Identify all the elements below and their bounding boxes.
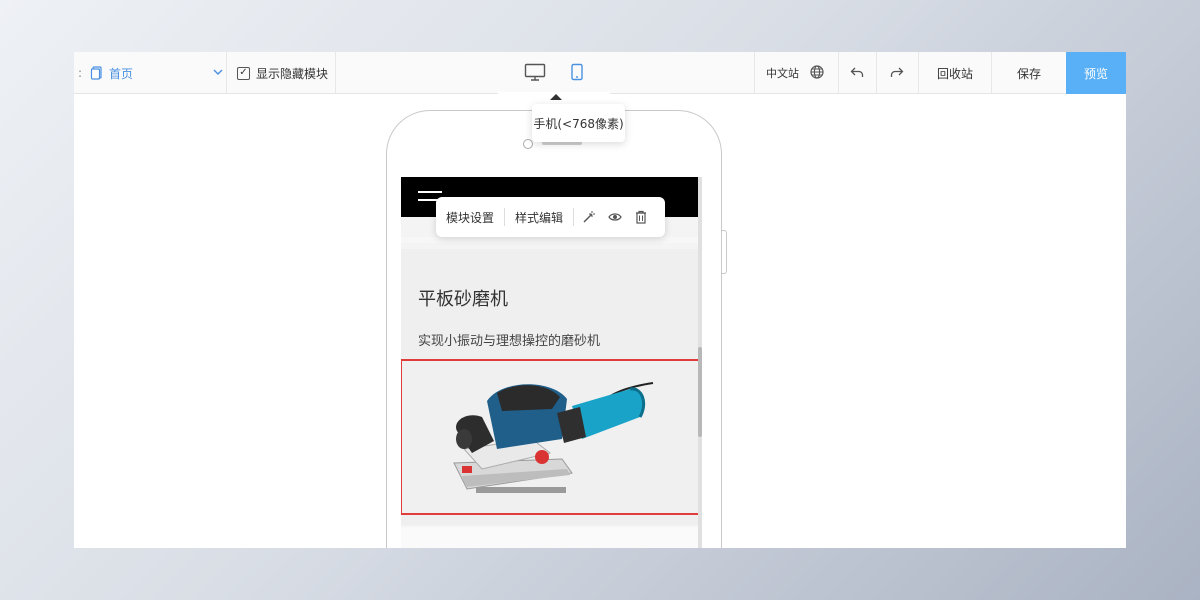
module-toolbar: 模块设置 样式编辑 bbox=[436, 197, 665, 237]
phone-camera bbox=[523, 139, 533, 149]
product-subtitle: 实现小振动与理想操控的磨砂机 bbox=[418, 334, 601, 349]
desktop-icon bbox=[524, 63, 546, 84]
style-edit-label: 样式编辑 bbox=[515, 210, 564, 225]
page-select-label: 首页 bbox=[109, 66, 134, 81]
language-button[interactable]: 中文站 bbox=[766, 52, 799, 94]
magic-wand-icon[interactable] bbox=[582, 210, 596, 224]
preview-label: 预览 bbox=[1083, 66, 1108, 81]
trash-icon[interactable] bbox=[634, 210, 648, 224]
toolbar-divider bbox=[226, 52, 227, 94]
save-label: 保存 bbox=[1016, 66, 1041, 81]
editor-toolbar: : 首页 ✓ 显示隐藏模块 中文站 回收站 保存 预览 bbox=[74, 52, 1126, 94]
phone-scrollbar[interactable] bbox=[698, 177, 702, 548]
phone-side-button bbox=[722, 230, 727, 274]
toolbar-divider bbox=[838, 52, 839, 94]
chevron-down-icon[interactable] bbox=[212, 66, 224, 81]
save-button[interactable]: 保存 bbox=[992, 52, 1066, 94]
undo-button[interactable] bbox=[850, 52, 864, 94]
module-settings-label: 模块设置 bbox=[446, 210, 495, 225]
show-hidden-toggle[interactable]: ✓ 显示隐藏模块 bbox=[237, 52, 328, 94]
page-icon bbox=[90, 66, 104, 80]
drag-handle-icon[interactable]: : bbox=[78, 66, 82, 80]
device-mobile-button[interactable] bbox=[570, 52, 584, 94]
content-divider bbox=[401, 237, 702, 243]
toolbar-divider bbox=[335, 52, 336, 94]
editor-window: : 首页 ✓ 显示隐藏模块 中文站 回收站 保存 预览 手机(<768像素) 平… bbox=[74, 52, 1126, 548]
sander-image bbox=[453, 382, 654, 493]
style-edit-button[interactable]: 样式编辑 bbox=[505, 209, 573, 225]
language-label: 中文站 bbox=[766, 67, 799, 80]
undo-icon bbox=[850, 66, 864, 81]
globe-button[interactable] bbox=[810, 52, 824, 94]
globe-icon bbox=[810, 64, 824, 82]
phone-scrollbar-thumb[interactable] bbox=[698, 347, 702, 437]
recycle-bin-button[interactable]: 回收站 bbox=[920, 52, 990, 94]
preview-button[interactable]: 预览 bbox=[1066, 52, 1126, 94]
page-select[interactable]: : 首页 bbox=[78, 52, 224, 94]
module-toolbar-divider bbox=[573, 208, 575, 226]
toolbar-divider bbox=[754, 52, 755, 94]
product-title: 平板砂磨机 bbox=[418, 289, 508, 310]
module-settings-button[interactable]: 模块设置 bbox=[436, 209, 504, 225]
redo-icon bbox=[890, 66, 904, 81]
next-module bbox=[401, 527, 702, 548]
tooltip-arrow bbox=[550, 94, 562, 100]
device-tooltip: 手机(<768像素) bbox=[532, 104, 625, 142]
eye-icon[interactable] bbox=[608, 210, 622, 224]
toolbar-divider bbox=[918, 52, 919, 94]
show-hidden-checkbox[interactable]: ✓ bbox=[237, 66, 250, 80]
device-desktop-button[interactable] bbox=[524, 52, 546, 94]
show-hidden-label: 显示隐藏模块 bbox=[256, 66, 329, 81]
mobile-icon bbox=[570, 63, 584, 84]
product-image-selected[interactable] bbox=[401, 359, 701, 515]
device-tooltip-text: 手机(<768像素) bbox=[533, 116, 624, 131]
redo-button[interactable] bbox=[890, 52, 904, 94]
toolbar-divider bbox=[876, 52, 877, 94]
recycle-bin-label: 回收站 bbox=[936, 66, 973, 81]
